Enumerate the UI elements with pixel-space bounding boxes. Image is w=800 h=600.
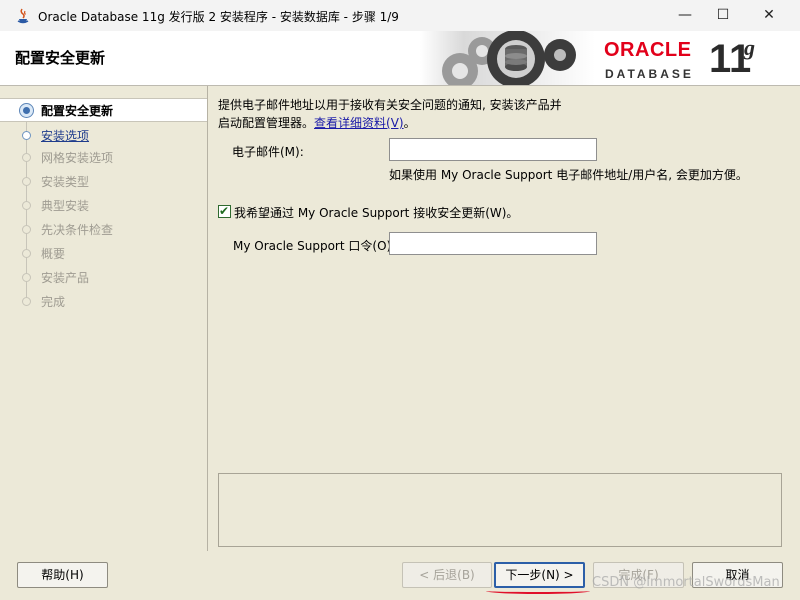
message-panel bbox=[218, 473, 782, 547]
gears-database-graphic bbox=[420, 31, 595, 85]
intro-line-2: 启动配置管理器。查看详细资料(V)。 bbox=[218, 114, 562, 132]
step-label: 典型安装 bbox=[41, 199, 90, 213]
step-icon bbox=[22, 249, 31, 258]
step-icon bbox=[22, 201, 31, 210]
maximize-icon: ☐ bbox=[716, 7, 730, 23]
step-install-options[interactable]: 安装选项 bbox=[0, 124, 207, 146]
email-label: 电子邮件(M): bbox=[232, 145, 304, 159]
main-content: 提供电子邮件地址以用于接收有关安全问题的通知, 安装该产品并 启动配置管理器。查… bbox=[208, 86, 800, 551]
page-header: 配置安全更新 ORACLE DATABASE 11 g bbox=[0, 31, 800, 86]
close-button[interactable]: ✕ bbox=[746, 0, 792, 31]
email-field[interactable] bbox=[389, 138, 597, 161]
step-summary: 概要 bbox=[0, 242, 207, 264]
watermark: CSDN @ImmortalSwordsMan bbox=[592, 575, 780, 590]
step-label: 概要 bbox=[41, 247, 66, 261]
step-label: 安装产品 bbox=[41, 271, 90, 285]
close-icon: ✕ bbox=[763, 7, 775, 23]
next-button[interactable]: 下一步(N) > bbox=[494, 562, 585, 588]
step-typical-install: 典型安装 bbox=[0, 194, 207, 216]
receive-updates-label[interactable]: 我希望通过 My Oracle Support 接收安全更新(W)。 bbox=[234, 204, 518, 221]
help-button[interactable]: 帮助(H) bbox=[17, 562, 108, 588]
step-icon bbox=[22, 297, 31, 306]
minimize-icon: — bbox=[678, 7, 692, 23]
database-logo-text: DATABASE bbox=[605, 67, 694, 81]
intro-line-1: 提供电子邮件地址以用于接收有关安全问题的通知, 安装该产品并 bbox=[218, 98, 562, 112]
email-hint: 如果使用 My Oracle Support 电子邮件地址/用户名, 会更加方便… bbox=[389, 168, 748, 182]
step-icon bbox=[22, 131, 31, 140]
java-app-icon bbox=[17, 8, 29, 24]
step-label: 配置安全更新 bbox=[41, 104, 114, 118]
step-icon bbox=[22, 225, 31, 234]
step-icon bbox=[22, 273, 31, 282]
oracle-logo-text: ORACLE bbox=[604, 39, 692, 61]
step-label[interactable]: 安装选项 bbox=[41, 127, 89, 144]
current-step-icon bbox=[19, 103, 34, 118]
receive-updates-checkbox[interactable]: ✔ bbox=[218, 204, 231, 218]
window-title: Oracle Database 11g 发行版 2 安装程序 - 安装数据库 -… bbox=[38, 10, 399, 24]
step-label: 安装类型 bbox=[41, 175, 90, 189]
title-bar: Oracle Database 11g 发行版 2 安装程序 - 安装数据库 -… bbox=[0, 0, 800, 31]
step-install-type: 安装类型 bbox=[0, 170, 207, 192]
step-label: 网格安装选项 bbox=[41, 151, 114, 165]
checkmark-icon: ✔ bbox=[219, 204, 230, 218]
intro-line-2-end: 。 bbox=[403, 116, 416, 130]
password-label: My Oracle Support 口令(O): bbox=[233, 239, 396, 253]
password-field[interactable] bbox=[389, 232, 597, 255]
step-configure-security-updates: 配置安全更新 bbox=[0, 98, 207, 122]
intro-text: 提供电子邮件地址以用于接收有关安全问题的通知, 安装该产品并 启动配置管理器。查… bbox=[218, 96, 562, 132]
view-details-link[interactable]: 查看详细资料(V) bbox=[314, 116, 404, 130]
page-title: 配置安全更新 bbox=[15, 49, 106, 67]
maximize-button[interactable]: ☐ bbox=[700, 0, 746, 31]
intro-line-2-text: 启动配置管理器。 bbox=[218, 116, 315, 130]
red-underline-annotation bbox=[486, 588, 590, 594]
step-label: 完成 bbox=[41, 295, 66, 309]
version-suffix: g bbox=[744, 35, 755, 60]
step-install-product: 安装产品 bbox=[0, 266, 207, 288]
step-prerequisite-checks: 先决条件检查 bbox=[0, 218, 207, 240]
step-icon bbox=[22, 177, 31, 186]
step-icon bbox=[22, 153, 31, 162]
back-button[interactable]: < 后退(B) bbox=[402, 562, 492, 588]
step-grid-install-options: 网格安装选项 bbox=[0, 146, 207, 168]
step-label: 先决条件检查 bbox=[41, 223, 114, 237]
step-finish: 完成 bbox=[0, 290, 207, 312]
